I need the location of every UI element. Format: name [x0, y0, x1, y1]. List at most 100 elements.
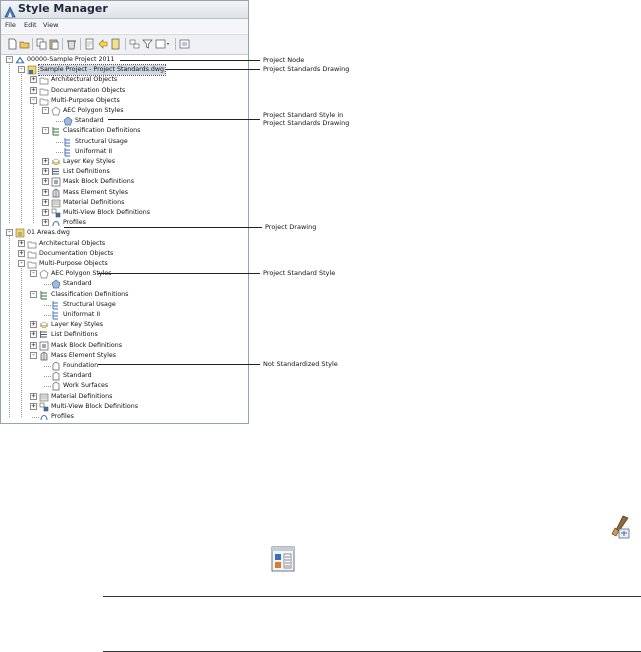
- collapse-icon[interactable]: -: [30, 290, 37, 298]
- collapse-icon[interactable]: -: [6, 229, 13, 237]
- expand-icon[interactable]: +: [42, 168, 49, 176]
- tree-item-label[interactable]: Layer Key Styles: [51, 320, 103, 330]
- tree-row[interactable]: Foundation: [1, 361, 248, 371]
- tree-item-label[interactable]: 01 Areas.dwg: [27, 228, 70, 238]
- tree-item-label[interactable]: AEC Polygon Styles: [63, 106, 124, 116]
- tree-row[interactable]: + Multi-View Block Definitions: [1, 402, 248, 412]
- tree-item-label[interactable]: List Definitions: [63, 167, 110, 177]
- edit-style-icon[interactable]: [84, 38, 95, 50]
- tree-row[interactable]: Standard: [1, 116, 248, 126]
- toggle-view-icon[interactable]: [129, 38, 140, 50]
- copy-icon[interactable]: [36, 38, 47, 50]
- collapse-icon[interactable]: -: [42, 127, 49, 135]
- tree-item-label[interactable]: Mass Element Styles: [51, 351, 116, 361]
- tree-row[interactable]: Uniformat II: [1, 147, 248, 157]
- tree-row[interactable]: - AEC Polygon Styles: [1, 269, 248, 279]
- expand-icon[interactable]: +: [30, 321, 37, 329]
- tree-item-label[interactable]: Documentation Objects: [51, 86, 125, 96]
- expand-icon[interactable]: +: [30, 392, 37, 400]
- tree-row[interactable]: + List Definitions: [1, 167, 248, 177]
- tree-row[interactable]: Structural Usage: [1, 137, 248, 147]
- tree-row[interactable]: Uniformat II: [1, 310, 248, 320]
- tree-row[interactable]: Work Surfaces: [1, 381, 248, 391]
- collapse-icon[interactable]: -: [30, 351, 37, 359]
- tree-row[interactable]: + Material Definitions: [1, 198, 248, 208]
- tree-row[interactable]: + Mass Element Styles: [1, 188, 248, 198]
- menu-file[interactable]: File: [5, 21, 16, 29]
- collapse-icon[interactable]: -: [30, 96, 37, 104]
- tree-item-label[interactable]: Multi-Purpose Objects: [39, 259, 108, 269]
- tree-row[interactable]: + Multi-View Block Definitions: [1, 208, 248, 218]
- tree-row[interactable]: + Mask Block Definitions: [1, 341, 248, 351]
- tree-row[interactable]: + Layer Key Styles: [1, 320, 248, 330]
- purge-icon[interactable]: [66, 38, 77, 50]
- tree-row[interactable]: - Multi-Purpose Objects: [1, 96, 248, 106]
- expand-icon[interactable]: +: [18, 249, 25, 257]
- tree-item-label[interactable]: Material Definitions: [51, 392, 112, 402]
- expand-icon[interactable]: +: [42, 209, 49, 216]
- tree-item-label[interactable]: Mask Block Definitions: [51, 341, 122, 351]
- tree-row[interactable]: - Multi-Purpose Objects: [1, 259, 248, 269]
- view-dropdown-icon[interactable]: [155, 38, 171, 50]
- tree-row[interactable]: Profiles: [1, 412, 248, 422]
- tree-item-label[interactable]: Profiles: [51, 412, 74, 422]
- tree-row[interactable]: - Mass Element Styles: [1, 351, 248, 361]
- tree-row[interactable]: + Documentation Objects: [1, 249, 248, 259]
- expand-icon[interactable]: +: [18, 239, 25, 247]
- tree-row[interactable]: Structural Usage: [1, 300, 248, 310]
- expand-icon[interactable]: +: [42, 198, 49, 206]
- tree-row[interactable]: - Classification Definitions: [1, 126, 248, 136]
- tree-item-label[interactable]: Classification Definitions: [63, 126, 140, 136]
- paste-icon[interactable]: [48, 38, 59, 50]
- tree-row[interactable]: + Documentation Objects: [1, 86, 248, 96]
- tree-row[interactable]: - AEC Polygon Styles: [1, 106, 248, 116]
- project-standards-icon[interactable]: [179, 38, 190, 50]
- tree-item-label[interactable]: Standard: [75, 116, 104, 126]
- collapse-icon[interactable]: -: [18, 66, 25, 74]
- tree-row[interactable]: + Architectural Objects: [1, 75, 248, 85]
- tree-item-label[interactable]: Uniformat II: [75, 147, 112, 157]
- tree-item-label[interactable]: Layer Key Styles: [63, 157, 115, 167]
- tree-row[interactable]: + Material Definitions: [1, 392, 248, 402]
- menu-view[interactable]: View: [43, 21, 58, 29]
- tree-item-label[interactable]: Documentation Objects: [39, 249, 113, 259]
- expand-icon[interactable]: +: [30, 341, 37, 349]
- tree-row[interactable]: + List Definitions: [1, 330, 248, 340]
- tree-item-label[interactable]: Classification Definitions: [51, 290, 128, 300]
- tree-item-label[interactable]: Work Surfaces: [63, 381, 108, 391]
- tree-item-label[interactable]: AEC Polygon Styles: [51, 269, 112, 279]
- tree-item-label[interactable]: Foundation: [63, 361, 98, 371]
- expand-icon[interactable]: +: [30, 86, 37, 94]
- tree-row[interactable]: Standard: [1, 279, 248, 289]
- tree-item-label[interactable]: Standard: [63, 371, 92, 381]
- tree-item-label[interactable]: Mass Element Styles: [63, 188, 128, 198]
- tree-item-label[interactable]: Multi-Purpose Objects: [51, 96, 120, 106]
- new-file-icon[interactable]: [7, 38, 18, 50]
- expand-icon[interactable]: +: [42, 188, 49, 196]
- collapse-icon[interactable]: -: [42, 107, 49, 114]
- expand-icon[interactable]: +: [42, 219, 49, 227]
- tree-item-label[interactable]: List Definitions: [51, 330, 98, 340]
- tree-item-label[interactable]: Standard: [63, 279, 92, 289]
- menu-edit[interactable]: Edit: [24, 21, 37, 29]
- tree-row[interactable]: - 01 Areas.dwg: [1, 228, 248, 238]
- tree-item-label[interactable]: Architectural Objects: [39, 239, 105, 249]
- expand-icon[interactable]: +: [42, 178, 49, 186]
- tree-item-label[interactable]: Structural Usage: [75, 137, 128, 147]
- tree-item-label[interactable]: 00000-Sample Project 2011: [27, 55, 115, 65]
- set-from-icon[interactable]: [97, 38, 108, 50]
- collapse-icon[interactable]: -: [6, 56, 13, 63]
- tree-item-label[interactable]: Mask Block Definitions: [63, 177, 134, 187]
- collapse-icon[interactable]: -: [30, 270, 37, 278]
- tree-item-label[interactable]: Material Definitions: [63, 198, 124, 208]
- expand-icon[interactable]: +: [30, 331, 37, 339]
- tree-row[interactable]: Standard: [1, 371, 248, 381]
- tree-row[interactable]: + Architectural Objects: [1, 239, 248, 249]
- tree-row[interactable]: + Layer Key Styles: [1, 157, 248, 167]
- tree-item-label[interactable]: Uniformat II: [63, 310, 100, 320]
- filter-icon[interactable]: [142, 38, 153, 50]
- expand-icon[interactable]: +: [42, 158, 49, 165]
- properties-icon[interactable]: [110, 38, 121, 50]
- expand-icon[interactable]: +: [30, 402, 37, 410]
- tree-row[interactable]: - Sample Project - Project Standards.dwg: [1, 64, 248, 77]
